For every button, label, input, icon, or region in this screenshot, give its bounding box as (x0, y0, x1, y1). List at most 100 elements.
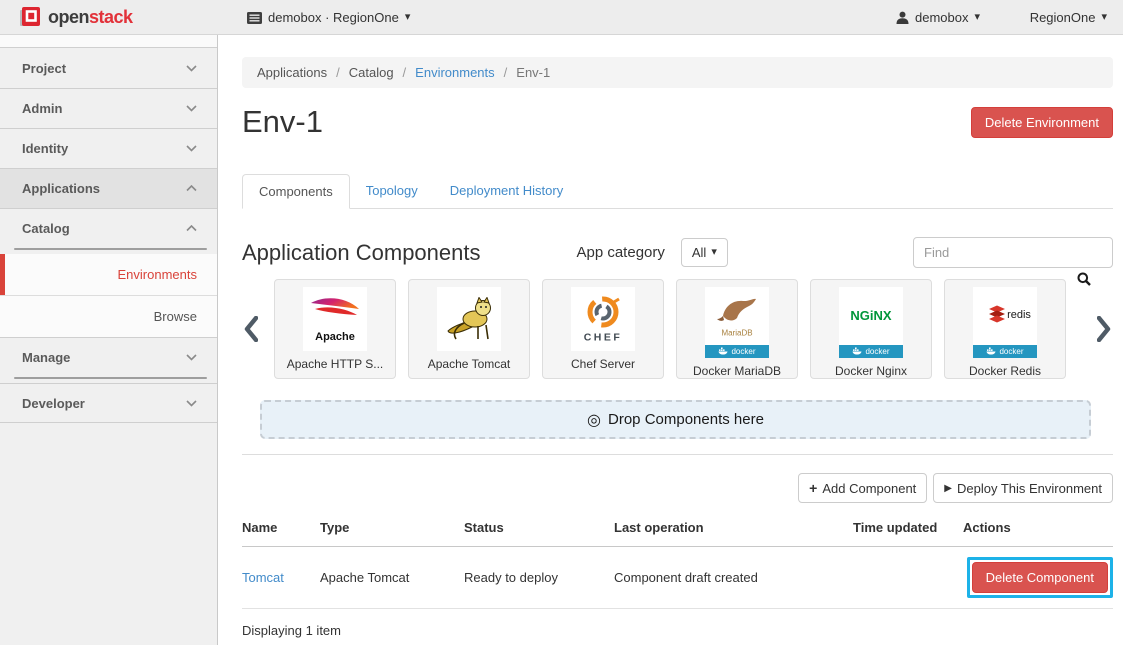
delete-environment-button[interactable]: Delete Environment (971, 107, 1113, 138)
breadcrumb-applications[interactable]: Applications (257, 65, 327, 80)
caret-down-icon: ▾ (974, 12, 980, 23)
carousel-next-button[interactable] (1095, 316, 1113, 342)
drop-components-zone[interactable]: ◎ Drop Components here (260, 400, 1091, 439)
chevron-left-icon (244, 316, 258, 342)
add-component-button[interactable]: + Add Component (798, 473, 927, 503)
section-divider (242, 454, 1113, 455)
component-time-updated (853, 547, 963, 609)
components-carousel: Apache Apache HTTP S... (242, 279, 1113, 379)
component-card-apache-http[interactable]: Apache Apache HTTP S... (274, 279, 396, 379)
sidebar-item-admin[interactable]: Admin (0, 88, 217, 128)
docker-whale-icon (718, 347, 728, 355)
redis-logo-icon: redis (977, 299, 1033, 332)
breadcrumb-separator: / (336, 65, 340, 80)
user-name: demobox (915, 10, 968, 25)
sidebar-item-identity[interactable]: Identity (0, 128, 217, 168)
tab-topology[interactable]: Topology (350, 174, 434, 209)
component-status: Ready to deploy (464, 547, 614, 609)
component-card-apache-tomcat[interactable]: Apache Tomcat (408, 279, 530, 379)
column-header-name: Name (242, 512, 320, 547)
component-card-label: Docker Redis (969, 364, 1041, 378)
chevron-up-icon (186, 185, 197, 192)
highlight-outline: Delete Component (967, 557, 1113, 598)
chef-logo-icon (583, 296, 623, 330)
component-name-link[interactable]: Tomcat (242, 547, 320, 609)
chevron-down-icon (186, 354, 197, 361)
breadcrumb-environments-link[interactable]: Environments (415, 65, 494, 80)
sidebar-item-catalog[interactable]: Catalog (0, 208, 217, 248)
component-card-docker-nginx[interactable]: NGiNX docker Docker Nginx (810, 279, 932, 379)
app-category-label: App category (576, 244, 664, 261)
mariadb-seal-icon (709, 294, 765, 327)
caret-down-icon: ▾ (405, 12, 411, 23)
page-title: Env-1 (242, 104, 323, 140)
mariadb-wordmark: MariaDB (709, 327, 765, 337)
target-icon: ◎ (587, 410, 601, 430)
component-type: Apache Tomcat (320, 547, 464, 609)
region-name: RegionOne (1030, 10, 1096, 25)
apache-wordmark: Apache (307, 329, 363, 343)
breadcrumb-catalog[interactable]: Catalog (349, 65, 394, 80)
column-header-last-operation: Last operation (614, 512, 853, 547)
app-category-dropdown[interactable]: All ▾ (681, 238, 728, 267)
component-last-operation: Component draft created (614, 547, 853, 609)
context-label: demobox · RegionOne (268, 10, 399, 25)
plus-icon: + (809, 480, 817, 496)
component-card-label: Apache HTTP S... (287, 357, 384, 371)
project-switcher[interactable]: demobox · RegionOne ▾ (247, 0, 410, 35)
sidebar-item-applications[interactable]: Applications (0, 168, 217, 208)
sidebar-top-strip (0, 35, 217, 48)
chef-wordmark: CHEF (575, 330, 631, 343)
tab-deployment-history[interactable]: Deployment History (434, 174, 579, 209)
breadcrumb: Applications / Catalog / Environments / … (242, 57, 1113, 88)
logo-text: openstack (48, 7, 133, 28)
component-card-label: Apache Tomcat (428, 357, 511, 371)
manage-underline (14, 377, 207, 379)
component-card-docker-mariadb[interactable]: MariaDB docker Docker MariaDB (676, 279, 798, 379)
sidebar-item-environments[interactable]: Environments (0, 254, 217, 295)
caret-down-icon: ▾ (1101, 12, 1107, 23)
nginx-logo-icon: NGiNX (843, 299, 899, 332)
chevron-up-icon (186, 225, 197, 232)
play-icon: ▶ (944, 483, 952, 494)
component-card-docker-redis[interactable]: redis docker Docker Redis (944, 279, 1066, 379)
component-card-label: Docker Nginx (835, 364, 907, 378)
user-menu[interactable]: demobox ▾ (896, 0, 980, 35)
sidebar-item-browse[interactable]: Browse (0, 295, 217, 337)
breadcrumb-current: Env-1 (516, 65, 550, 80)
openstack-cube-icon (18, 5, 42, 29)
svg-text:redis: redis (1007, 309, 1031, 321)
deploy-environment-button[interactable]: ▶ Deploy This Environment (933, 473, 1113, 503)
breadcrumb-separator: / (504, 65, 508, 80)
top-bar: openstack demobox · RegionOne ▾ demobox … (0, 0, 1123, 35)
column-header-status: Status (464, 512, 614, 547)
main-content: Applications / Catalog / Environments / … (219, 35, 1123, 645)
catalog-underline (14, 248, 207, 250)
sidebar: Project Admin Identity Applications Cata… (0, 35, 218, 645)
docker-badge: docker (705, 345, 769, 358)
docker-whale-icon (986, 347, 996, 355)
table-footer: Displaying 1 item (242, 609, 1113, 638)
delete-component-button[interactable]: Delete Component (972, 562, 1108, 593)
sidebar-item-manage[interactable]: Manage (0, 337, 217, 377)
column-header-actions: Actions (963, 512, 1113, 547)
find-input[interactable] (913, 237, 1113, 268)
table-row: Tomcat Apache Tomcat Ready to deploy Com… (242, 547, 1113, 609)
region-menu[interactable]: RegionOne ▾ (1030, 0, 1107, 35)
search-icon[interactable] (1077, 272, 1091, 286)
docker-whale-icon (852, 347, 862, 355)
carousel-prev-button[interactable] (242, 316, 260, 342)
apache-feather-icon (307, 295, 363, 329)
component-card-label: Chef Server (571, 357, 635, 371)
openstack-logo[interactable]: openstack (18, 5, 133, 29)
chevron-down-icon (186, 65, 197, 72)
component-card-chef-server[interactable]: CHEF Chef Server (542, 279, 664, 379)
svg-text:Apache: Apache (315, 331, 355, 343)
tab-components[interactable]: Components (242, 174, 350, 209)
column-header-time-updated: Time updated (853, 512, 963, 547)
sidebar-item-developer[interactable]: Developer (0, 383, 217, 423)
tab-bar: Components Topology Deployment History (242, 174, 1113, 209)
tomcat-cat-icon (442, 297, 496, 341)
sidebar-item-project[interactable]: Project (0, 48, 217, 88)
chevron-down-icon (186, 145, 197, 152)
